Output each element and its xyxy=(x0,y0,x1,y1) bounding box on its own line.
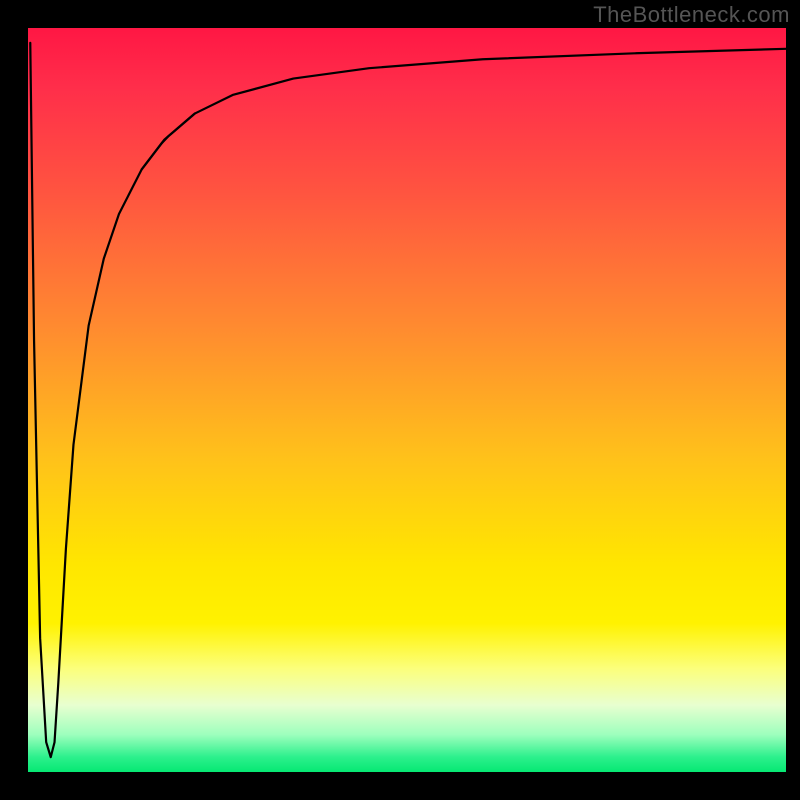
bottleneck-curve xyxy=(30,43,786,757)
curve-highlight xyxy=(142,114,195,170)
plot-area xyxy=(28,28,786,772)
curve-svg xyxy=(28,28,786,772)
chart-frame: TheBottleneck.com xyxy=(0,0,800,800)
watermark-label: TheBottleneck.com xyxy=(593,2,790,28)
